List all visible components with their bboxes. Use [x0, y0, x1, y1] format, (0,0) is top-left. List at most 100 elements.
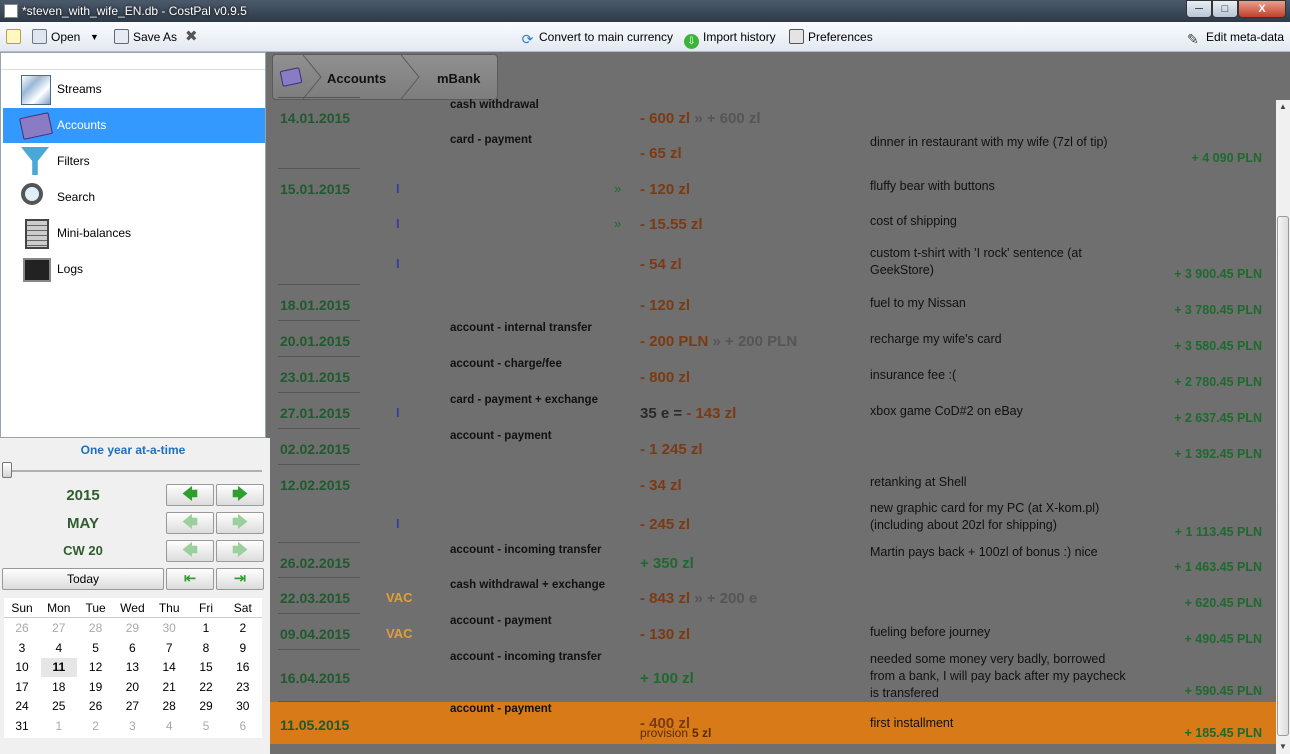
breadcrumb-accounts[interactable]: Accounts	[327, 71, 386, 86]
sidebar-item-search[interactable]: Search	[3, 180, 265, 215]
convert-button[interactable]: ⟳ Convert to main currency	[520, 28, 673, 47]
year-next-button[interactable]: 🡆	[216, 484, 264, 506]
transaction-row[interactable]: I - 54 zl custom t-shirt with 'I rock' sen…	[270, 239, 1276, 285]
transaction-row[interactable]: 15.01.2015 I » - 120 zl fluffy bear with but…	[270, 169, 1276, 204]
open-dropdown-icon[interactable]: ▼	[90, 28, 99, 46]
calendar-day[interactable]: 2	[225, 619, 261, 638]
transaction-row[interactable]: 02.02.2015 account - payment - 1 245 zl + 1…	[270, 429, 1276, 465]
weekday-label: Thu	[158, 601, 180, 615]
transaction-row[interactable]: 18.01.2015 - 120 zl fuel to my Nissan + 3 7…	[270, 285, 1276, 321]
calendar-day[interactable]: 26	[4, 619, 40, 638]
vertical-scrollbar[interactable]: ▲ ▼	[1276, 100, 1290, 754]
calendar-day[interactable]: 1	[188, 619, 224, 638]
calendar-day[interactable]: 6	[225, 717, 261, 736]
calendar-day[interactable]: 19	[78, 678, 114, 697]
sidebar-item-logs[interactable]: Logs	[3, 252, 265, 287]
calendar-day[interactable]: 22	[188, 678, 224, 697]
year-prev-button[interactable]: 🡄	[166, 484, 214, 506]
transaction-flag: I	[396, 181, 400, 196]
calendar-day[interactable]: 9	[225, 639, 261, 658]
calendar-day[interactable]: 6	[114, 639, 150, 658]
close-button[interactable]: X	[1238, 0, 1286, 18]
transaction-row[interactable]: 14.01.2015 cash withdrawal - 600 zl » + 60…	[270, 98, 1276, 133]
transaction-row[interactable]: I - 245 zl new graphic card for my PC (at …	[270, 500, 1276, 543]
transaction-row[interactable]: 26.02.2015 account - incoming transfer + 3…	[270, 543, 1276, 578]
new-button[interactable]	[6, 28, 25, 46]
calendar-day[interactable]: 30	[151, 619, 187, 638]
calendar-day[interactable]: 20	[114, 678, 150, 697]
scroll-up-icon[interactable]: ▲	[1276, 100, 1290, 114]
calendar-day[interactable]: 28	[151, 697, 187, 716]
calendar-day[interactable]: 26	[78, 697, 114, 716]
transaction-row[interactable]: 22.03.2015 VAC cash withdrawal + exchange -…	[270, 578, 1276, 614]
calendar-day[interactable]: 5	[78, 639, 114, 658]
calendar-day[interactable]: 4	[151, 717, 187, 736]
calendar-day[interactable]: 13	[114, 658, 150, 677]
calendar-day[interactable]: 27	[41, 619, 77, 638]
range-slider-thumb[interactable]	[2, 462, 12, 478]
calendar-day[interactable]: 17	[4, 678, 40, 697]
week-next-button[interactable]: 🡆	[216, 540, 264, 562]
transaction-row[interactable]: 20.01.2015 account - internal transfer - 2…	[270, 321, 1276, 357]
transaction-row[interactable]: 27.01.2015 Icard - payment + exchange 35 e…	[270, 393, 1276, 429]
calendar-day[interactable]: 3	[114, 717, 150, 736]
calendar-day[interactable]: 27	[114, 697, 150, 716]
transaction-row[interactable]: 23.01.2015 account - charge/fee - 800 zl in…	[270, 357, 1276, 393]
close-file-icon[interactable]: ✖	[185, 28, 198, 46]
calendar-day[interactable]: 5	[188, 717, 224, 736]
edit-meta-button[interactable]: ✎ Edit meta-data	[1187, 28, 1284, 47]
transaction-row[interactable]: 16.04.2015 account - incoming transfer + 1…	[270, 650, 1276, 702]
save-as-button[interactable]: Save As	[114, 28, 177, 46]
calendar-day[interactable]: 8	[188, 639, 224, 658]
calendar-day[interactable]: 30	[225, 697, 261, 716]
calendar-day[interactable]: 31	[4, 717, 40, 736]
month-next-button[interactable]: 🡆	[216, 512, 264, 534]
calendar-day[interactable]: 16	[225, 658, 261, 677]
calendar-day[interactable]: 29	[114, 619, 150, 638]
scroll-down-icon[interactable]: ▼	[1276, 740, 1290, 754]
calendar-day[interactable]: 15	[188, 658, 224, 677]
calendar-day[interactable]: 21	[151, 678, 187, 697]
calendar-day[interactable]: 4	[41, 639, 77, 658]
maximize-button[interactable]: □	[1212, 0, 1238, 18]
calendar-day[interactable]: 7	[151, 639, 187, 658]
transaction-row[interactable]: 11.05.2015 account - payment - 400 zl provi…	[270, 702, 1276, 744]
calendar-day[interactable]: 12	[78, 658, 114, 677]
minimize-button[interactable]: ─	[1186, 0, 1212, 18]
sidebar-item-streams[interactable]: Streams	[3, 72, 265, 107]
calendar-day[interactable]: 1	[41, 717, 77, 736]
calendar-day[interactable]: 25	[41, 697, 77, 716]
import-history-button[interactable]: ⇩ Import history	[684, 28, 776, 49]
calendar-day[interactable]: 28	[78, 619, 114, 638]
calendar-day[interactable]: 23	[225, 678, 261, 697]
calendar-day[interactable]: 11	[40, 658, 77, 677]
week-prev-button[interactable]: 🡄	[166, 540, 214, 562]
transaction-row[interactable]: 09.04.2015 VAC account - payment - 130 zl fu…	[270, 614, 1276, 650]
sidebar-item-filters[interactable]: Filters	[3, 144, 265, 179]
today-button[interactable]: Today	[2, 568, 164, 590]
range-mode-label[interactable]: One year at-a-time	[0, 443, 266, 457]
transaction-note: needed some money very badly, borrowed f…	[870, 652, 1126, 700]
transaction-row[interactable]: I » - 15.55 zl cost of shipping	[270, 204, 1276, 239]
calendar-day[interactable]: 2	[78, 717, 114, 736]
scrollbar-thumb[interactable]	[1277, 216, 1289, 736]
open-button[interactable]: Open	[32, 28, 80, 46]
preferences-button[interactable]: Preferences	[789, 28, 873, 46]
accounts-icon	[279, 67, 303, 87]
go-last-button[interactable]: ⇥	[216, 568, 264, 590]
transaction-row[interactable]: 12.02.2015 - 34 zl retanking at Shell	[270, 465, 1276, 500]
sidebar-item-accounts[interactable]: Accounts	[3, 108, 265, 143]
sidebar-item-mini-balances[interactable]: Mini-balances	[3, 216, 265, 251]
calendar-day[interactable]: 24	[4, 697, 40, 716]
calendar-day[interactable]: 29	[188, 697, 224, 716]
transaction-row[interactable]: card - payment - 65 zl dinner in restauran…	[270, 133, 1276, 169]
breadcrumb-account-name[interactable]: mBank	[437, 71, 480, 86]
month-prev-button[interactable]: 🡄	[166, 512, 214, 534]
preferences-icon	[789, 29, 804, 44]
go-first-button[interactable]: ⇤	[166, 568, 214, 590]
calendar-day[interactable]: 18	[41, 678, 77, 697]
weekday-label: Tue	[85, 601, 106, 615]
calendar-day[interactable]: 14	[151, 658, 187, 677]
calendar-day[interactable]: 3	[4, 639, 40, 658]
calendar-day[interactable]: 10	[4, 658, 40, 677]
